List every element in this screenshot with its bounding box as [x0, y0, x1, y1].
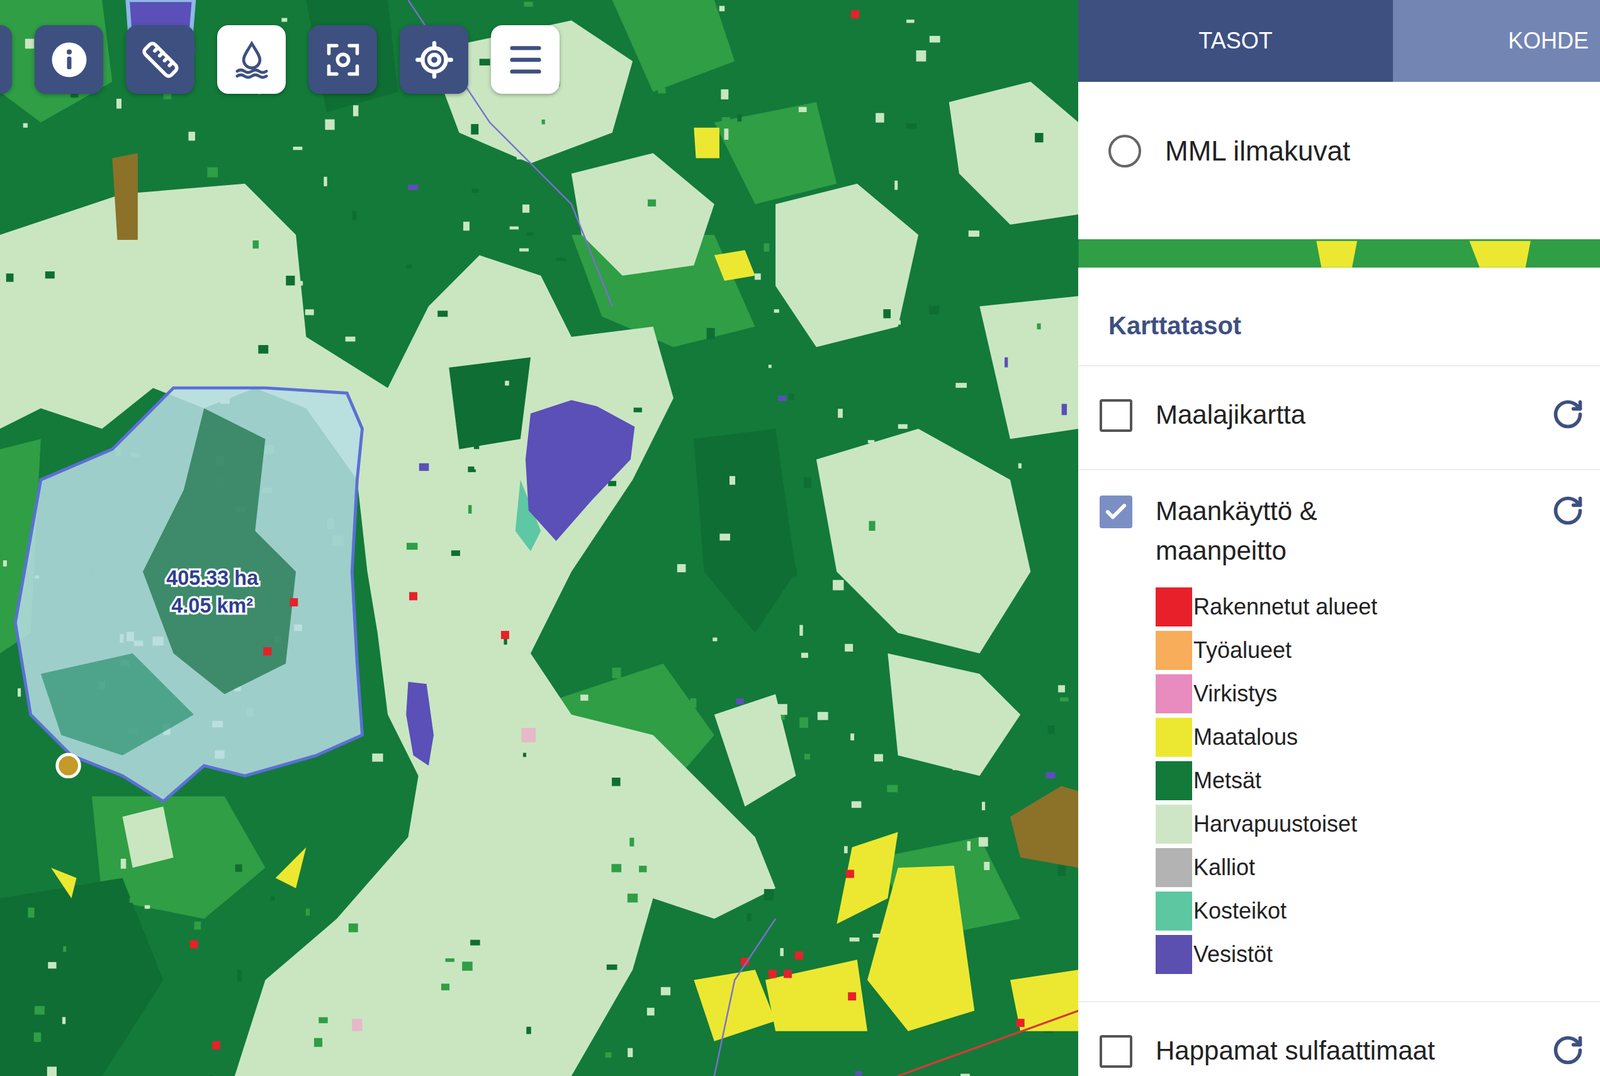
layer-label: Maankäyttö & — [1155, 487, 1378, 534]
menu-button[interactable] — [490, 25, 560, 94]
legend-swatch — [1155, 804, 1193, 844]
info-icon — [50, 40, 89, 79]
focus-icon — [324, 40, 362, 79]
refresh-button[interactable] — [1551, 494, 1585, 527]
check-icon — [1103, 499, 1129, 525]
legend-swatch — [1155, 760, 1193, 800]
legend-item: Vesistöt — [1155, 932, 1378, 976]
checkbox[interactable] — [1099, 495, 1133, 529]
tab[interactable]: KOHDE — [1392, 0, 1600, 82]
area-hectares: 405.33 ha — [166, 566, 259, 590]
tab[interactable]: TASOT — [1078, 0, 1393, 82]
legend-swatch — [1155, 934, 1193, 974]
measure-button[interactable] — [125, 25, 195, 94]
refresh-icon — [1551, 1033, 1585, 1067]
legend-swatch — [1155, 587, 1193, 627]
menu-icon — [505, 39, 546, 80]
legend-item: Maatalous — [1155, 715, 1378, 759]
basemap-option[interactable]: MML ilmakuvat — [1078, 134, 1600, 168]
legend-item: Rakennetut alueet — [1155, 584, 1378, 629]
refresh-icon — [1551, 397, 1585, 431]
layers-card: Karttatasot Maalajikartta Maankäyttö &maan… — [1078, 267, 1600, 1076]
layers-heading: Karttatasot — [1078, 267, 1600, 367]
selected-area[interactable] — [15, 387, 362, 802]
layer-label: Maalajikartta — [1155, 391, 1306, 438]
ruler-icon — [140, 40, 181, 80]
legend-item: Harvapuustoiset — [1155, 801, 1378, 846]
water-button[interactable] — [217, 25, 286, 94]
crosshair-icon — [414, 39, 455, 80]
layer-row[interactable]: Maankäyttö &maanpeitto Rakennetut alueetT… — [1078, 470, 1600, 1003]
layer-label: Happamat sulfaattimaat — [1155, 1027, 1436, 1074]
checkbox[interactable] — [1099, 399, 1133, 432]
legend-item: Kosteikot — [1155, 888, 1378, 933]
legend-swatch — [1155, 630, 1193, 670]
info-button[interactable] — [34, 25, 104, 94]
map-toolbar — [0, 25, 560, 94]
layer-row[interactable]: Maalajikartta — [1078, 366, 1600, 471]
legend-item: Metsät — [1155, 758, 1378, 802]
area-square-km: 4.05 km² — [171, 594, 254, 617]
checkbox[interactable] — [1099, 1034, 1133, 1068]
refresh-icon — [1551, 494, 1585, 527]
layer-label: maanpeitto — [1155, 527, 1378, 574]
refresh-button[interactable] — [1551, 1033, 1585, 1067]
locate-button[interactable] — [399, 25, 469, 94]
map-app: 405.33 ha 4.05 km² TASOTKOHDE MML ilmakuvat… — [0, 0, 1600, 1076]
water-drop-icon — [232, 40, 272, 80]
layer-row[interactable]: Happamat sulfaattimaat — [1078, 1002, 1600, 1076]
focus-button[interactable] — [308, 25, 378, 94]
legend-item: Työalueet — [1155, 628, 1378, 672]
legend-swatch — [1155, 847, 1193, 887]
legend-item: Virkistys — [1155, 671, 1378, 716]
basemap-card: MML ilmakuvat — [1078, 81, 1600, 240]
legend-swatch — [1155, 891, 1193, 931]
tab-bar: TASOTKOHDE — [1078, 0, 1600, 82]
radio[interactable] — [1108, 134, 1142, 168]
legend-swatch — [1155, 674, 1193, 714]
legend: Rakennetut alueetTyöalueetVirkistysMaata… — [1155, 584, 1378, 976]
refresh-button[interactable] — [1551, 397, 1585, 431]
hidden-tool-button[interactable] — [0, 25, 12, 94]
side-panel: TASOTKOHDE MML ilmakuvat Karttatasot Maalaj… — [1078, 0, 1600, 1076]
legend-item: Kalliot — [1155, 845, 1378, 889]
legend-swatch — [1155, 717, 1193, 757]
location-pin[interactable] — [57, 754, 80, 777]
